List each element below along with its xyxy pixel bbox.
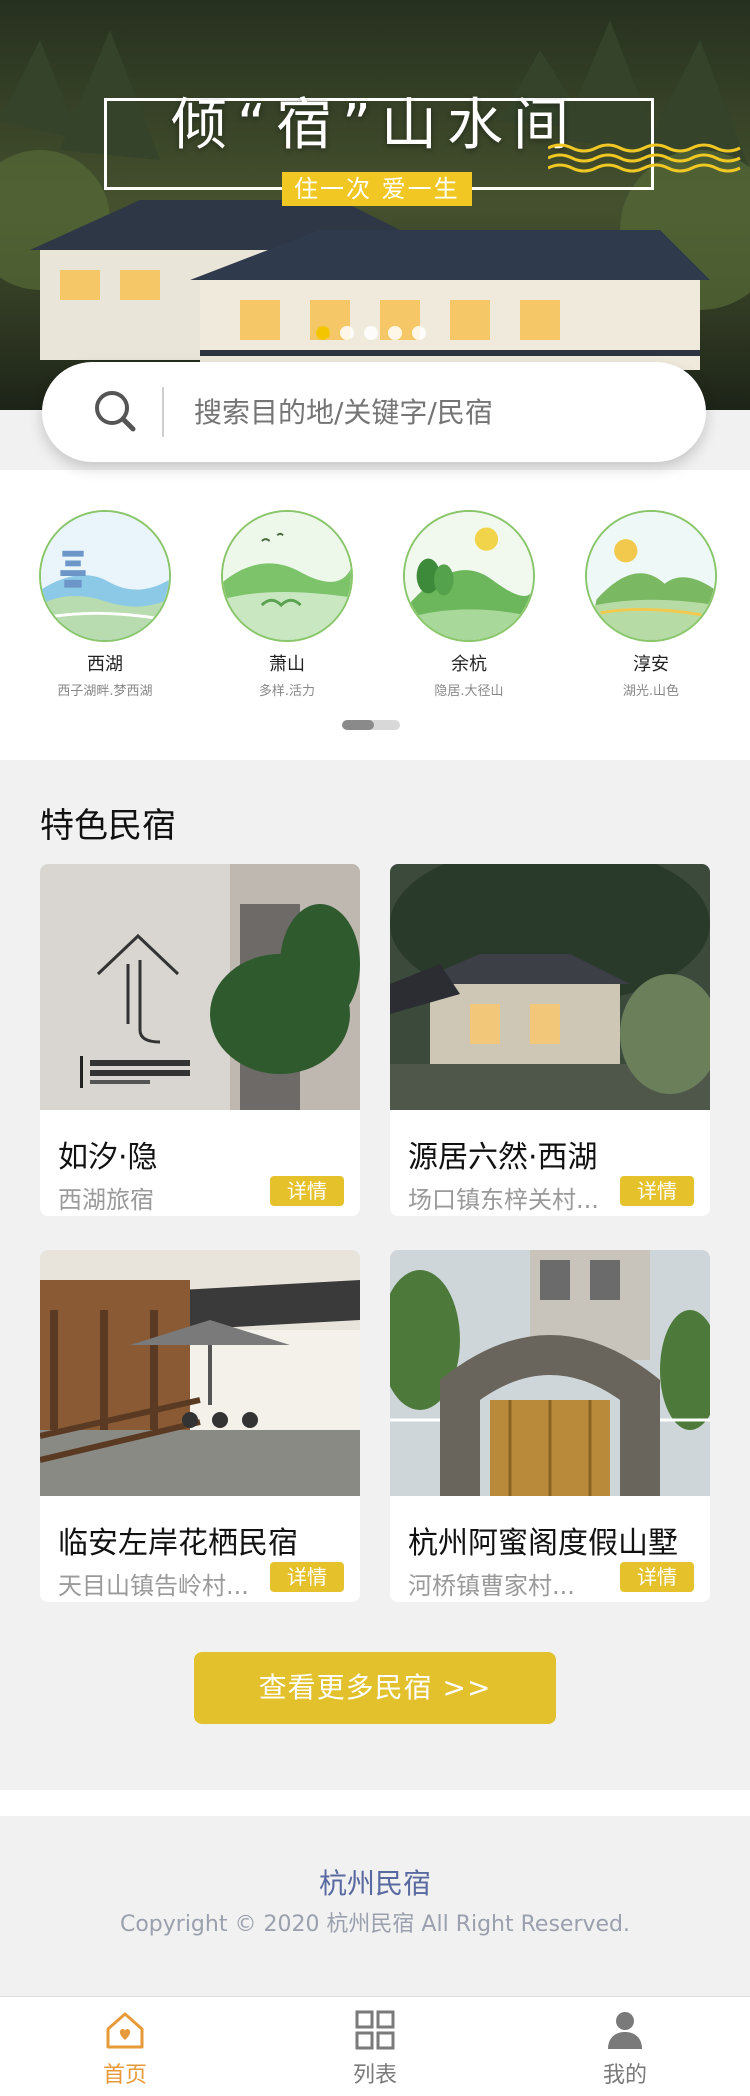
listing-photo <box>390 864 710 1110</box>
destination-subtitle: 隐居.大径山 <box>434 684 504 699</box>
listing-location: 西湖旅宿 <box>58 1186 154 1214</box>
listing-title: 杭州阿蜜阁度假山墅 <box>408 1526 678 1561</box>
home-icon <box>106 2012 144 2049</box>
footer-copyright: Copyright © 2020 杭州民宿 All Right Reserved… <box>119 1912 631 1937</box>
pager-fill <box>342 720 374 730</box>
trees-mountain-icon <box>403 510 535 642</box>
carousel-dot[interactable] <box>364 326 378 340</box>
listing-card[interactable]: 临安左岸花栖民宿 天目山镇告岭村... 详情 <box>40 1250 360 1602</box>
destination-name: 余杭 <box>451 654 487 675</box>
villa-illustration <box>30 200 710 370</box>
destination-item-chunan[interactable]: 淳安 湖光.山色 <box>560 510 742 699</box>
wave-lines-decoration <box>548 143 741 173</box>
destination-section: 西湖 西子湖畔.梦西湖 萧山 多样.活力 余杭 隐居.大径山 淳安 湖光.山色 <box>0 470 750 760</box>
tab-list[interactable]: 列表 <box>250 1997 500 2096</box>
tab-label: 首页 <box>102 2063 147 2088</box>
search-icon <box>95 391 136 432</box>
tab-home[interactable]: 首页 <box>0 1997 250 2096</box>
section-title: 特色民宿 <box>40 806 176 846</box>
footer: 杭州民宿 Copyright © 2020 杭州民宿 All Right Res… <box>0 1816 750 1996</box>
destination-name: 淳安 <box>633 654 669 675</box>
destination-item-xihu[interactable]: 西湖 西子湖畔.梦西湖 <box>14 510 196 699</box>
listing-title: 临安左岸花栖民宿 <box>58 1526 298 1561</box>
detail-button[interactable]: 详情 <box>270 1562 344 1592</box>
listing-location: 天目山镇告岭村... <box>58 1572 249 1600</box>
pagoda-lake-icon <box>39 510 171 642</box>
destination-item-xiaoshan[interactable]: 萧山 多样.活力 <box>196 510 378 699</box>
listing-card[interactable]: 杭州阿蜜阁度假山墅 河桥镇曹家村... 详情 <box>390 1250 710 1602</box>
detail-button[interactable]: 详情 <box>620 1176 694 1206</box>
carousel-dot[interactable] <box>388 326 402 340</box>
destination-item-yuhang[interactable]: 余杭 隐居.大径山 <box>378 510 560 699</box>
carousel-dot[interactable] <box>316 326 330 340</box>
grid-icon <box>355 2010 395 2050</box>
listing-location: 河桥镇曹家村... <box>408 1572 575 1600</box>
detail-button[interactable]: 详情 <box>270 1176 344 1206</box>
search-input[interactable] <box>194 395 706 429</box>
sun-hills-icon <box>585 510 717 642</box>
destination-subtitle: 湖光.山色 <box>622 684 680 699</box>
footer-spacer <box>0 1790 750 1816</box>
destination-subtitle: 西子湖畔.梦西湖 <box>57 684 153 699</box>
destination-list: 西湖 西子湖畔.梦西湖 萧山 多样.活力 余杭 隐居.大径山 淳安 湖光.山色 <box>0 510 750 699</box>
listing-card[interactable]: 源居六然·西湖 场口镇东梓关村... 详情 <box>390 864 710 1216</box>
listing-photo <box>40 864 360 1110</box>
footer-brand[interactable]: 杭州民宿 <box>0 1862 750 1902</box>
destination-name: 西湖 <box>87 654 123 675</box>
listing-location: 场口镇东梓关村... <box>408 1186 599 1214</box>
destination-name: 萧山 <box>269 654 305 675</box>
tab-mine[interactable]: 我的 <box>500 1997 750 2096</box>
destination-subtitle: 多样.活力 <box>258 684 316 699</box>
listing-card[interactable]: 如汐·隐 西湖旅宿 详情 <box>40 864 360 1216</box>
bottom-tab-bar: 首页 列表 我的 <box>0 1996 750 2096</box>
view-more-button[interactable]: 查看更多民宿 >> <box>194 1652 556 1724</box>
search-bar[interactable] <box>42 362 706 462</box>
hero-tagline: 住一次 爱一生 <box>282 172 472 206</box>
tab-label: 列表 <box>352 2063 397 2088</box>
search-divider <box>162 387 164 437</box>
tab-label: 我的 <box>602 2063 647 2088</box>
bridge-hills-icon <box>221 510 353 642</box>
listing-photo <box>390 1250 710 1496</box>
listing-title: 源居六然·西湖 <box>408 1140 598 1175</box>
destination-pager <box>342 720 400 730</box>
carousel-indicators <box>316 326 426 340</box>
carousel-dot[interactable] <box>340 326 354 340</box>
carousel-dot[interactable] <box>412 326 426 340</box>
featured-section: 特色民宿 如汐·隐 西湖旅宿 详情 源居六然·西湖 场口镇东梓关村... 详情 … <box>0 760 750 1790</box>
hero-banner[interactable]: 倾“宿”山水间 住一次 爱一生 <box>0 0 750 410</box>
user-icon <box>608 2012 642 2049</box>
listing-title: 如汐·隐 <box>58 1140 158 1175</box>
detail-button[interactable]: 详情 <box>620 1562 694 1592</box>
listing-photo <box>40 1250 360 1496</box>
